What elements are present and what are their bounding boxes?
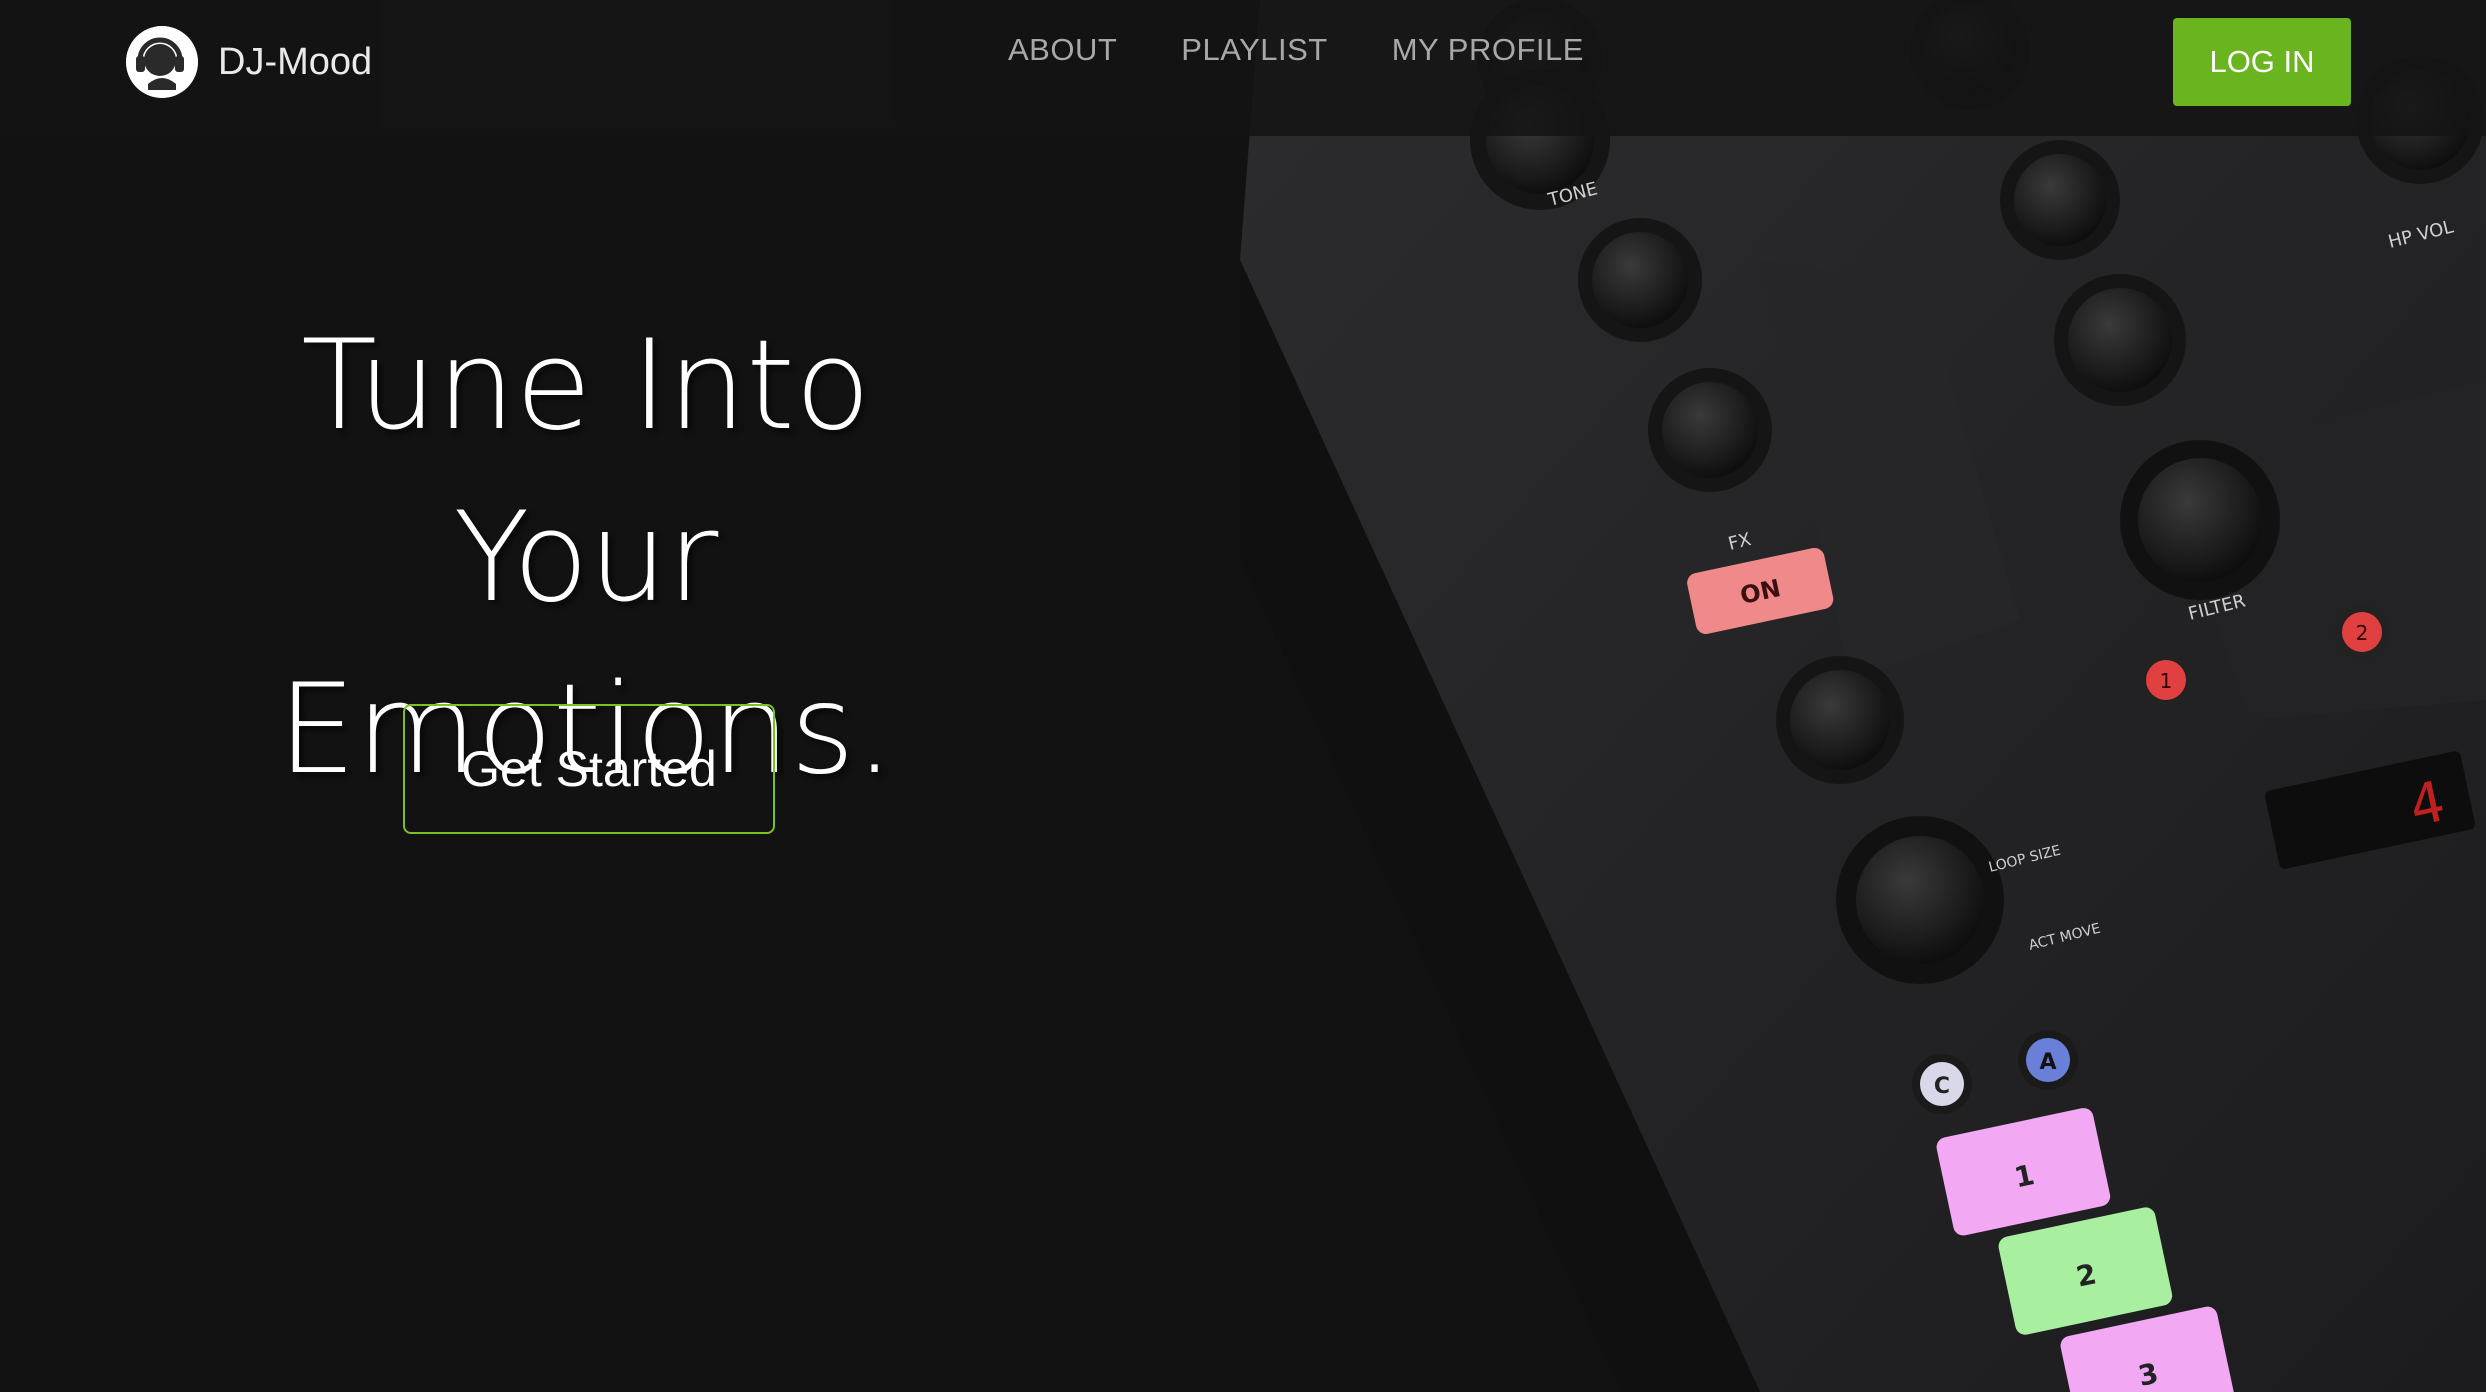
nav-links: ABOUT PLAYLIST MY PROFILE — [1008, 32, 1584, 68]
svg-text:2: 2 — [2356, 621, 2369, 645]
svg-text:C: C — [1934, 1074, 1950, 1099]
brand[interactable]: DJ-Mood — [126, 26, 372, 98]
brand-name: DJ-Mood — [218, 40, 373, 83]
svg-text:A: A — [2039, 1050, 2056, 1075]
nav-playlist-link[interactable]: PLAYLIST — [1181, 32, 1327, 68]
login-button[interactable]: LOG IN — [2173, 18, 2351, 106]
hero-title-line-1: Tune Into — [301, 314, 871, 458]
dj-mixer-background-image: TONE FX FILTER HP VOL LOOP SIZE ACT MOVE… — [1240, 0, 2486, 1392]
svg-text:1: 1 — [2160, 669, 2173, 693]
get-started-button[interactable]: Get Started — [403, 704, 775, 834]
dj-headphones-logo-icon — [126, 26, 198, 98]
top-navbar: DJ-Mood ABOUT PLAYLIST MY PROFILE LOG IN — [0, 0, 2486, 136]
nav-about-link[interactable]: ABOUT — [1008, 32, 1117, 68]
nav-my-profile-link[interactable]: MY PROFILE — [1392, 32, 1584, 68]
